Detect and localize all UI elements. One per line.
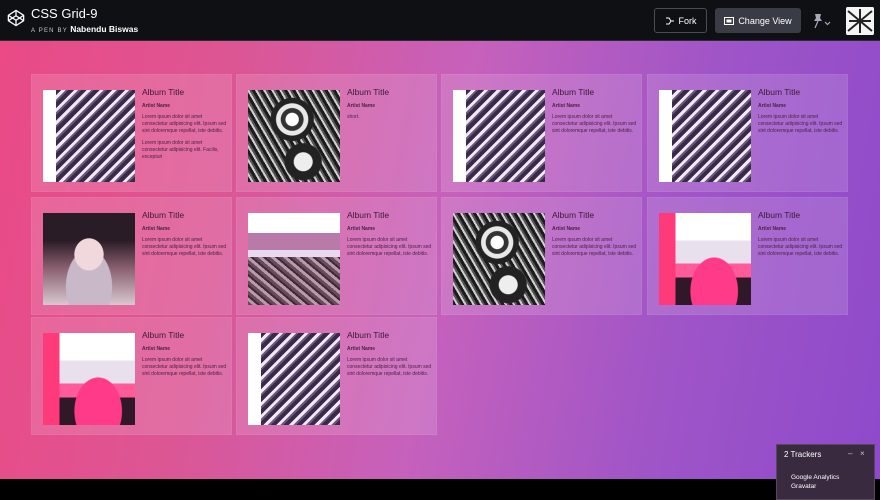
change-view-icon [724,16,735,25]
album-description: Lorem ipsum dolor sit amet consectetur a… [552,114,637,134]
trackers-popup: 2 Trackers – × Google Analytics Gravatar [776,444,875,500]
top-bar: CSS Grid-9 A PEN BY Nabendu Biswas Fork … [0,0,880,41]
album-card[interactable]: Album Title Artist Name Lorem ipsum dolor … [441,197,642,315]
artist-name: Artist Name [142,103,171,109]
preview-stage: Album Title Artist Name Lorem ipsum dolor … [0,41,880,500]
author-link[interactable]: Nabendu Biswas [70,24,138,34]
album-title: Album Title [347,330,390,340]
album-title: Album Title [142,330,185,340]
album-card[interactable]: Album Title Artist Name Lorem ipsum dolor … [647,197,848,315]
album-cover-image [659,213,751,305]
album-cover-image [248,333,340,425]
byline: A PEN BY Nabendu Biswas [31,24,138,36]
album-card[interactable]: Album Title Artist Name Lorem ipsum dolor … [236,197,437,315]
pin-icon[interactable] [812,13,832,29]
album-cover-image [659,90,751,182]
album-description: short. [347,114,360,120]
album-title: Album Title [552,87,595,97]
album-title: Album Title [758,210,801,220]
album-description: Lorem ipsum dolor sit amet consectetur a… [758,114,843,134]
artist-name: Artist Name [347,226,376,232]
album-title: Album Title [347,87,390,97]
fork-icon [665,17,674,24]
album-description: Lorem ipsum dolor sit amet consectetur a… [142,237,227,257]
artist-name: Artist Name [347,346,376,352]
codepen-logo-icon[interactable] [7,9,25,27]
avatar[interactable] [846,7,874,35]
album-title: Album Title [347,210,390,220]
by-prefix: A PEN BY [31,28,68,34]
trackers-title: 2 Trackers [784,450,822,459]
album-card[interactable]: Album Title Artist Name Lorem ipsum dolor … [31,317,232,435]
album-cover-image [43,333,135,425]
fork-button[interactable]: Fork [654,8,707,33]
album-info: Album Title Artist Name Lorem ipsum dolor … [347,330,433,378]
album-cover-image [453,213,545,305]
tracker-item: Google Analytics [791,474,840,481]
album-title: Album Title [142,87,185,97]
album-title: Album Title [142,210,185,220]
album-description: Lorem ipsum dolor sit amet consectetur a… [347,237,432,257]
change-view-label: Change View [738,15,792,26]
album-cover-image [248,213,340,305]
album-cover-image [248,90,340,182]
album-info: Album Title Artist Name Lorem ipsum dolor … [142,87,228,161]
album-title: Album Title [552,210,595,220]
album-description: Lorem ipsum dolor sit amet consectetur a… [552,237,637,257]
album-card[interactable]: Album Title Artist Name short. [236,74,437,192]
trackers-list: Google Analytics Gravatar [791,473,839,491]
album-card[interactable]: Album Title Artist Name Lorem ipsum dolor … [31,197,232,315]
pen-title-block: CSS Grid-9 A PEN BY Nabendu Biswas [31,6,138,36]
album-description: Lorem ipsum dolor sit amet consectetur a… [142,140,219,160]
album-info: Album Title Artist Name short. [347,87,433,121]
album-card[interactable]: Album Title Artist Name Lorem ipsum dolor … [236,317,437,435]
album-info: Album Title Artist Name Lorem ipsum dolor … [758,87,844,135]
album-card[interactable]: Album Title Artist Name Lorem ipsum dolor … [31,74,232,192]
avatar-image [846,7,874,35]
album-info: Album Title Artist Name Lorem ipsum dolor … [142,210,228,258]
album-description: Lorem ipsum dolor sit amet consectetur a… [142,357,227,377]
pen-title[interactable]: CSS Grid-9 [31,6,138,21]
artist-name: Artist Name [552,103,581,109]
artist-name: Artist Name [347,103,376,109]
album-description: Lorem ipsum dolor sit amet consectetur a… [142,114,227,134]
album-info: Album Title Artist Name Lorem ipsum dolor … [142,330,228,378]
album-card[interactable]: Album Title Artist Name Lorem ipsum dolor … [647,74,848,192]
artist-name: Artist Name [142,346,171,352]
album-info: Album Title Artist Name Lorem ipsum dolor … [347,210,433,258]
album-cover-image [43,213,135,305]
album-info: Album Title Artist Name Lorem ipsum dolor … [552,87,638,135]
album-info: Album Title Artist Name Lorem ipsum dolor … [552,210,638,258]
artist-name: Artist Name [758,226,787,232]
artist-name: Artist Name [142,226,171,232]
change-view-button[interactable]: Change View [715,8,801,33]
album-title: Album Title [758,87,801,97]
minimize-icon[interactable]: – [848,449,852,458]
album-card[interactable]: Album Title Artist Name Lorem ipsum dolor … [441,74,642,192]
artist-name: Artist Name [758,103,787,109]
tracker-item: Gravatar [791,483,817,490]
artist-name: Artist Name [552,226,581,232]
fork-label: Fork [678,15,697,26]
album-cover-image [43,90,135,182]
album-description: Lorem ipsum dolor sit amet consectetur a… [758,237,843,257]
album-description: Lorem ipsum dolor sit amet consectetur a… [347,357,432,377]
album-cover-image [453,90,545,182]
album-info: Album Title Artist Name Lorem ipsum dolor … [758,210,844,258]
close-icon[interactable]: × [860,449,865,458]
